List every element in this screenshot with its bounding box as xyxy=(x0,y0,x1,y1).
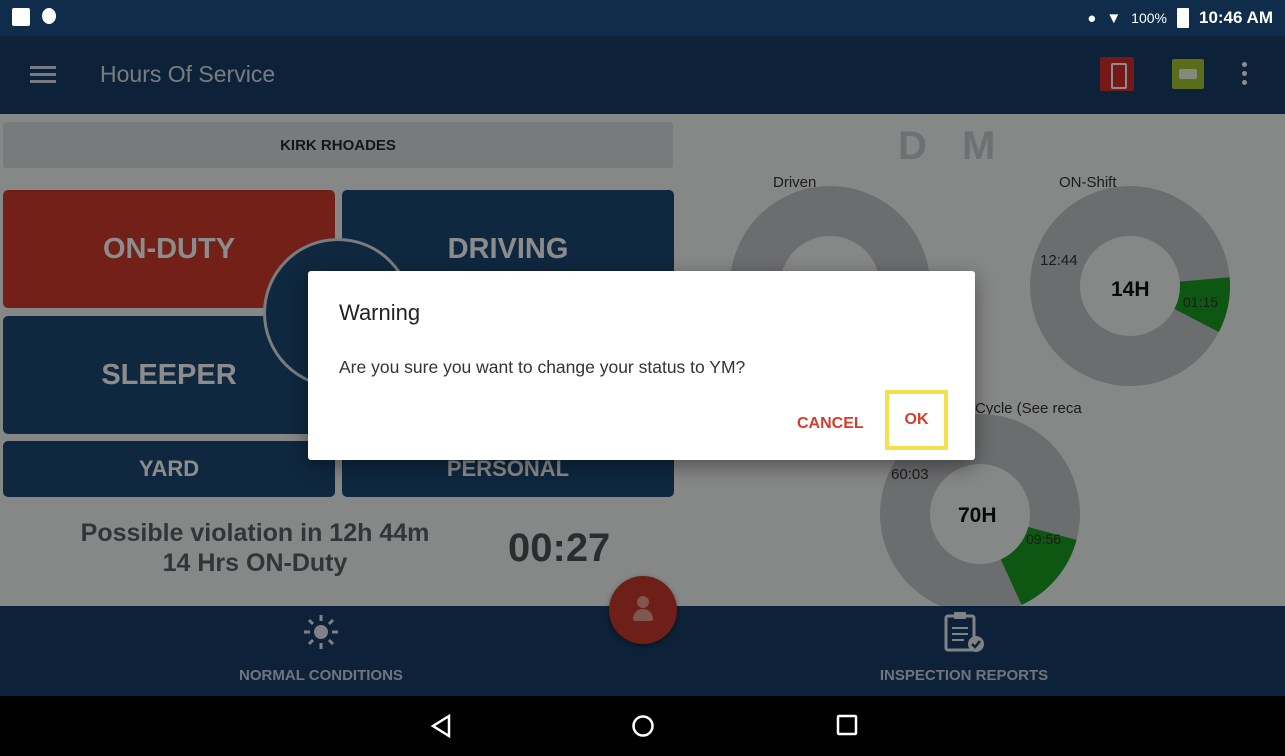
notification-icon xyxy=(12,8,30,26)
recents-icon[interactable] xyxy=(836,714,858,736)
app-notification-icon xyxy=(42,8,56,24)
location-icon: ● xyxy=(1087,9,1097,27)
warning-dialog: Warning Are you sure you want to change … xyxy=(308,271,975,460)
battery-icon xyxy=(1176,8,1189,28)
back-icon[interactable] xyxy=(430,714,452,738)
dialog-message: Are you sure you want to change your sta… xyxy=(339,357,746,377)
screen: ● ▼ 100% 10:46 AM Hours Of Service KIRK … xyxy=(0,0,1285,756)
ok-button[interactable]: OK xyxy=(885,390,948,450)
status-clock: 10:46 AM xyxy=(1198,8,1273,27)
system-nav-bar xyxy=(0,696,1285,756)
home-icon[interactable] xyxy=(631,714,655,738)
wifi-icon: ▼ xyxy=(1106,9,1122,27)
status-bar: ● ▼ 100% 10:46 AM xyxy=(0,0,1285,36)
dialog-title: Warning xyxy=(339,300,421,325)
battery-percent: 100% xyxy=(1131,10,1167,26)
cancel-button[interactable]: CANCEL xyxy=(797,415,864,433)
